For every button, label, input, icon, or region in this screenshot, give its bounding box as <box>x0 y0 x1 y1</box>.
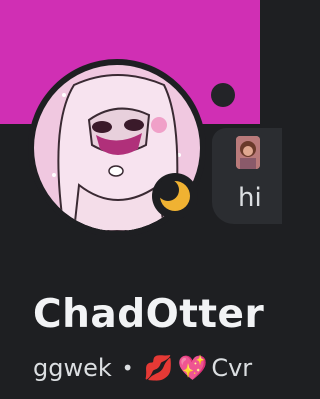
moon-idle-icon <box>160 181 190 211</box>
note-text: hi <box>238 183 262 213</box>
username: ggwek <box>33 354 112 382</box>
note-thumbnail-image <box>236 136 260 169</box>
display-name: ChadOtter <box>33 292 265 337</box>
separator-dot: • <box>121 356 134 380</box>
username-row: ggwek • 💋 💖 Cvr <box>33 350 252 386</box>
kiss-emoji: 💋 <box>143 354 174 382</box>
bio-snippet: Cvr <box>211 354 253 382</box>
note-bubble-tail <box>211 83 235 107</box>
sparkling-heart-emoji: 💖 <box>177 354 208 382</box>
presence-status <box>152 173 198 219</box>
